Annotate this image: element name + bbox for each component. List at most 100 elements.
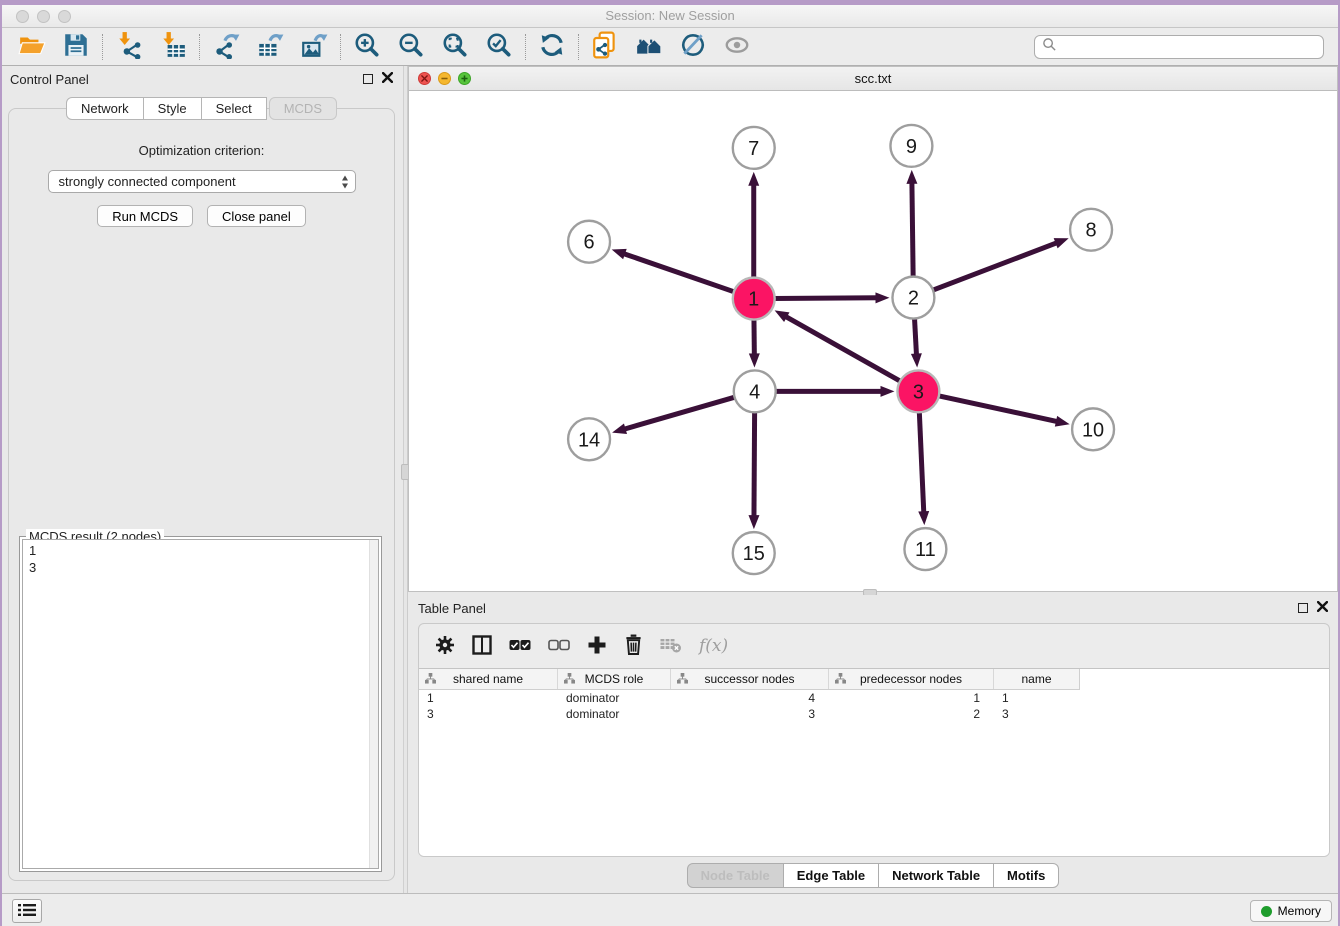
- graph-edge[interactable]: [932, 242, 1058, 290]
- tab-mcds[interactable]: MCDS: [269, 97, 337, 120]
- tab-network[interactable]: Network: [66, 97, 144, 120]
- search-box[interactable]: [1034, 35, 1324, 59]
- table-row[interactable]: 3dominator323: [419, 706, 1329, 722]
- toggle-graphics-details-button[interactable]: [671, 31, 715, 63]
- float-panel-icon[interactable]: [363, 74, 373, 84]
- table-cell[interactable]: dominator: [558, 691, 671, 705]
- tab-network-table[interactable]: Network Table: [879, 863, 994, 888]
- graph-node[interactable]: 7: [733, 127, 775, 169]
- graph-node-label: 6: [584, 232, 595, 254]
- graph-edge-arrow: [612, 249, 627, 259]
- select-all-button[interactable]: [509, 639, 531, 654]
- tree-icon: [425, 673, 436, 687]
- graph-edge[interactable]: [938, 396, 1059, 422]
- result-line: 1: [29, 542, 372, 559]
- optimization-criterion-select[interactable]: strongly connected component: [48, 170, 356, 193]
- first-neighbors-button[interactable]: [627, 31, 671, 63]
- task-history-button[interactable]: [12, 899, 42, 923]
- graph-node[interactable]: 11: [904, 528, 946, 570]
- table-tabs: Node Table Edge Table Network Table Moti…: [408, 863, 1338, 888]
- open-session-button[interactable]: [10, 31, 54, 63]
- home-houses-icon: [635, 31, 663, 62]
- graph-edge-arrow: [880, 386, 894, 397]
- column-header-successor-nodes[interactable]: successor nodes: [671, 669, 829, 689]
- function-builder-button[interactable]: f(x): [699, 636, 728, 656]
- zoom-fit-button[interactable]: [433, 31, 477, 63]
- mcds-result-text[interactable]: 1 3: [22, 539, 379, 869]
- deselect-all-button[interactable]: [548, 639, 570, 654]
- close-panel-button[interactable]: Close panel: [207, 205, 306, 227]
- table-row[interactable]: 1dominator411: [419, 690, 1329, 706]
- table-cell[interactable]: 3: [419, 707, 558, 721]
- node-table-container: f(x) shared name MCDS role successor nod…: [418, 623, 1330, 857]
- graph-edge[interactable]: [774, 298, 879, 299]
- columns-icon: [472, 635, 492, 658]
- graph-node[interactable]: 10: [1072, 408, 1114, 450]
- table-cell[interactable]: 3: [994, 707, 1079, 721]
- graph-edge[interactable]: [622, 253, 735, 292]
- tab-style[interactable]: Style: [144, 97, 202, 120]
- result-scrollbar[interactable]: [369, 540, 378, 868]
- close-panel-icon[interactable]: [1317, 600, 1328, 615]
- column-header-shared-name[interactable]: shared name: [419, 669, 558, 689]
- add-column-button[interactable]: [587, 635, 607, 658]
- graph-node[interactable]: 9: [890, 125, 932, 167]
- zoom-selected-button[interactable]: [477, 31, 521, 63]
- zoom-in-button[interactable]: [345, 31, 389, 63]
- tab-select[interactable]: Select: [202, 97, 267, 120]
- graph-edge[interactable]: [914, 318, 916, 357]
- table-cell[interactable]: 1: [829, 691, 994, 705]
- export-network-button[interactable]: [204, 31, 248, 63]
- show-hide-button[interactable]: [715, 31, 759, 63]
- table-cell[interactable]: 1: [419, 691, 558, 705]
- graph-node[interactable]: 4: [734, 370, 776, 412]
- run-mcds-button[interactable]: Run MCDS: [97, 205, 193, 227]
- node-table: shared name MCDS role successor nodes pr…: [419, 668, 1329, 856]
- tab-node-table[interactable]: Node Table: [687, 863, 784, 888]
- graph-edge[interactable]: [754, 411, 755, 518]
- tab-motifs[interactable]: Motifs: [994, 863, 1059, 888]
- refresh-view-button[interactable]: [530, 31, 574, 63]
- zoom-out-button[interactable]: [389, 31, 433, 63]
- graph-node[interactable]: 6: [568, 221, 610, 263]
- graph-edge[interactable]: [623, 397, 736, 430]
- graph-node[interactable]: 15: [733, 532, 775, 574]
- graph-node[interactable]: 2: [892, 277, 934, 319]
- table-cell[interactable]: 4: [671, 691, 829, 705]
- memory-status-dot: [1261, 906, 1272, 917]
- clone-network-button[interactable]: [583, 31, 627, 63]
- graph-node[interactable]: 8: [1070, 209, 1112, 251]
- memory-button[interactable]: Memory: [1250, 900, 1332, 922]
- graph-node[interactable]: 1: [733, 278, 775, 320]
- table-cell[interactable]: dominator: [558, 707, 671, 721]
- float-panel-icon[interactable]: [1298, 603, 1308, 613]
- graph-node[interactable]: 3: [897, 370, 939, 412]
- network-canvas[interactable]: 7 9 6 8 1 2 4 3 14 10 15 11: [409, 91, 1337, 591]
- table-cell[interactable]: 3: [671, 707, 829, 721]
- table-cell[interactable]: 2: [829, 707, 994, 721]
- close-panel-icon[interactable]: [382, 71, 393, 86]
- table-settings-button[interactable]: [435, 635, 455, 658]
- graph-edge[interactable]: [784, 316, 901, 382]
- table-cell[interactable]: 1: [994, 691, 1079, 705]
- show-column-panel-button[interactable]: [472, 635, 492, 658]
- title-bar: Session: New Session: [0, 0, 1340, 28]
- graph-node-label: 3: [913, 381, 924, 403]
- column-header-predecessor-nodes[interactable]: predecessor nodes: [829, 669, 994, 689]
- column-header-mcds-role[interactable]: MCDS role: [558, 669, 671, 689]
- import-network-button[interactable]: [107, 31, 151, 63]
- tab-edge-table[interactable]: Edge Table: [784, 863, 879, 888]
- export-image-button[interactable]: [292, 31, 336, 63]
- graph-node[interactable]: 14: [568, 418, 610, 460]
- column-header-name[interactable]: name: [994, 669, 1079, 689]
- network-graph: 7 9 6 8 1 2 4 3 14 10 15 11: [409, 91, 1337, 591]
- export-table-button[interactable]: [248, 31, 292, 63]
- control-panel-title: Control Panel: [10, 72, 89, 87]
- delete-table-button[interactable]: [660, 637, 682, 656]
- save-session-button[interactable]: [54, 31, 98, 63]
- search-input[interactable]: [1061, 40, 1316, 54]
- graph-edge[interactable]: [919, 411, 924, 514]
- graph-edge[interactable]: [912, 181, 913, 278]
- delete-column-button[interactable]: [624, 634, 643, 658]
- import-table-button[interactable]: [151, 31, 195, 63]
